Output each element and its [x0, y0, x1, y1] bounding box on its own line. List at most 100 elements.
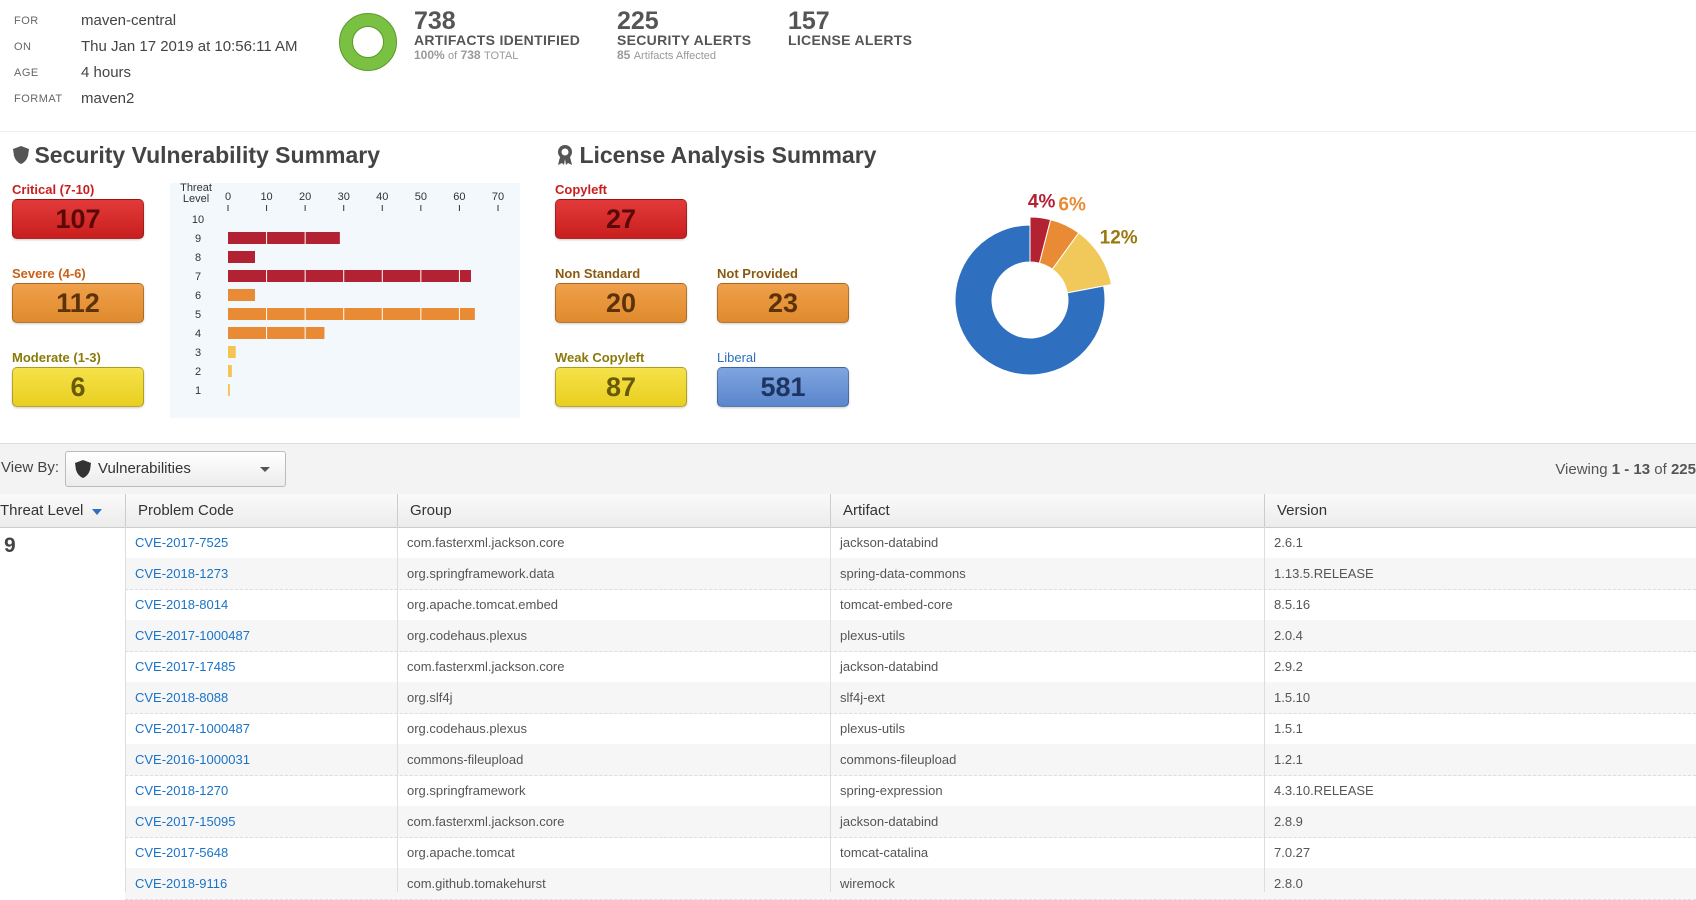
section-title: Security Vulnerability Summary — [34, 142, 381, 168]
table-row[interactable]: CVE-2017-17485 com.fasterxml.jackson.core… — [125, 651, 1696, 683]
x-tick-label: 70 — [492, 191, 504, 203]
column-divider — [1264, 527, 1265, 892]
meta-key: AGE — [14, 67, 39, 79]
category-label: Liberal — [717, 350, 757, 365]
shield-icon — [75, 460, 91, 478]
threat-level-group: 9 — [4, 534, 16, 557]
category-count: 6 — [12, 367, 144, 407]
category-count: 27 — [555, 199, 687, 239]
group-cell: org.apache.tomcat.embed — [407, 597, 559, 612]
stat-subtext: 85 Artifacts Affected — [617, 48, 717, 62]
donut-slice-label: 12% — [1100, 228, 1138, 249]
critical-category[interactable]: Critical (7-10) 107 — [12, 182, 144, 239]
version-cell: 2.9.2 — [1274, 659, 1303, 674]
x-tick-label: 0 — [225, 191, 231, 203]
bar — [228, 289, 255, 301]
section-title: License Analysis Summary — [579, 142, 877, 168]
bar — [228, 232, 340, 244]
artifact-cell: jackson-databind — [840, 535, 939, 550]
problem-code-link[interactable]: CVE-2017-5648 — [135, 837, 228, 868]
column-header-problem-code[interactable]: Problem Code — [125, 494, 397, 527]
liberal-category[interactable]: Liberal 581 — [717, 350, 849, 407]
table-row[interactable]: CVE-2017-5648 org.apache.tomcat tomcat-cat… — [125, 837, 1696, 869]
table-row[interactable]: CVE-2017-15095 com.fasterxml.jackson.core… — [125, 806, 1696, 838]
category-label: Moderate (1-3) — [12, 350, 101, 365]
meta-key: FOR — [14, 15, 39, 27]
bar — [228, 270, 471, 282]
artifact-cell: spring-expression — [840, 783, 943, 798]
bar — [228, 346, 236, 358]
artifact-cell: commons-fileupload — [840, 752, 957, 767]
y-tick-label: 8 — [195, 252, 201, 264]
y-tick-label: 2 — [195, 366, 201, 378]
category-label: Weak Copyleft — [555, 350, 645, 365]
category-label: Severe (4-6) — [12, 266, 86, 281]
chevron-down-icon — [260, 467, 270, 472]
problem-code-link[interactable]: CVE-2018-8014 — [135, 589, 228, 620]
column-header-version[interactable]: Version — [1264, 494, 1696, 527]
group-cell: com.fasterxml.jackson.core — [407, 535, 565, 550]
table-row[interactable]: CVE-2017-1000487 org.codehaus.plexus plexu… — [125, 713, 1696, 745]
artifact-cell: jackson-databind — [840, 659, 939, 674]
version-cell: 1.5.10 — [1274, 690, 1311, 705]
table-row[interactable]: CVE-2017-1000487 org.codehaus.plexus plexu… — [125, 620, 1696, 652]
column-header-artifact[interactable]: Artifact — [830, 494, 1264, 527]
category-label: Not Provided — [717, 266, 798, 281]
license-alerts-stat: 157 LICENSE ALERTS — [788, 7, 913, 49]
threat-level-bar-chart: ThreatLevel 0 10 20 30 40 50 60 7010987654321 — [180, 183, 504, 397]
non-standard-category[interactable]: Non Standard 20 — [555, 266, 687, 323]
table-row[interactable]: CVE-2016-1000031 commons-fileupload common… — [125, 744, 1696, 776]
stat-label: LICENSE ALERTS — [788, 32, 913, 48]
artifact-cell: jackson-databind — [840, 814, 939, 829]
y-tick-label: 3 — [195, 347, 201, 359]
copyleft-category[interactable]: Copyleft 27 — [555, 182, 687, 239]
stat-number: 157 — [788, 7, 830, 35]
table-row[interactable]: CVE-2018-8014 org.apache.tomcat.embed tomc… — [125, 589, 1696, 621]
problem-code-link[interactable]: CVE-2017-1000487 — [135, 713, 250, 744]
view-by-select[interactable]: Vulnerabilities — [65, 451, 286, 487]
problem-code-link[interactable]: CVE-2016-1000031 — [135, 744, 250, 775]
meta-value: Thu Jan 17 2019 at 10:56:11 AM — [81, 38, 298, 55]
artifact-cell: tomcat-embed-core — [840, 597, 953, 612]
problem-code-link[interactable]: CVE-2018-8088 — [135, 682, 228, 713]
table-row[interactable]: CVE-2018-1270 org.springframework spring-e… — [125, 775, 1696, 807]
problem-code-link[interactable]: CVE-2017-15095 — [135, 806, 235, 837]
stat-label: SECURITY ALERTS — [617, 32, 752, 48]
artifacts-identified-stat: 738 ARTIFACTS IDENTIFIED 100% of 738 TOT… — [414, 7, 581, 64]
pagination-summary: Viewing 1 - 13 of 225 — [1555, 461, 1696, 478]
problem-code-link[interactable]: CVE-2018-9116 — [135, 868, 227, 899]
version-cell: 1.5.1 — [1274, 721, 1303, 736]
y-tick-label: 4 — [195, 328, 201, 340]
column-header-threat-level[interactable]: Threat Level — [0, 494, 125, 527]
table-row[interactable]: CVE-2018-1273 org.springframework.data spr… — [125, 558, 1696, 590]
column-header-group[interactable]: Group — [397, 494, 830, 527]
version-cell: 2.6.1 — [1274, 535, 1303, 550]
category-count: 581 — [717, 367, 849, 407]
stat-label: ARTIFACTS IDENTIFIED — [414, 32, 581, 48]
problem-code-link[interactable]: CVE-2018-1273 — [135, 558, 228, 589]
severe-category[interactable]: Severe (4-6) 112 — [12, 266, 144, 323]
moderate-category[interactable]: Moderate (1-3) 6 — [12, 350, 144, 407]
artifact-cell: wiremock — [840, 876, 895, 891]
weak-copyleft-category[interactable]: Weak Copyleft 87 — [555, 350, 687, 407]
license-donut-chart: 4% 6% 12% — [954, 192, 1138, 376]
group-cell: com.fasterxml.jackson.core — [407, 659, 565, 674]
problem-code-link[interactable]: CVE-2017-17485 — [135, 651, 235, 682]
table-row[interactable]: CVE-2018-8088 org.slf4j slf4j-ext 1.5.10 — [125, 682, 1696, 714]
version-cell: 4.3.10.RELEASE — [1274, 783, 1374, 798]
category-count: 107 — [12, 199, 144, 239]
group-cell: org.springframework.data — [407, 566, 555, 581]
not-provided-category[interactable]: Not Provided 23 — [717, 266, 849, 323]
problem-code-link[interactable]: CVE-2018-1270 — [135, 775, 228, 806]
x-tick-label: 40 — [376, 191, 388, 203]
meta-key: FORMAT — [14, 93, 63, 105]
problem-code-link[interactable]: CVE-2017-7525 — [135, 527, 228, 558]
stat-number: 738 — [414, 7, 456, 35]
category-count: 112 — [12, 283, 144, 323]
table-row[interactable]: CVE-2017-7525 com.fasterxml.jackson.core j… — [125, 527, 1696, 559]
table-row[interactable]: CVE-2018-9116 com.github.tomakehurst wirem… — [125, 868, 1696, 900]
axis-title: Level — [183, 193, 209, 205]
problem-code-link[interactable]: CVE-2017-1000487 — [135, 620, 250, 651]
y-tick-label: 1 — [195, 385, 201, 397]
column-divider — [125, 527, 126, 892]
